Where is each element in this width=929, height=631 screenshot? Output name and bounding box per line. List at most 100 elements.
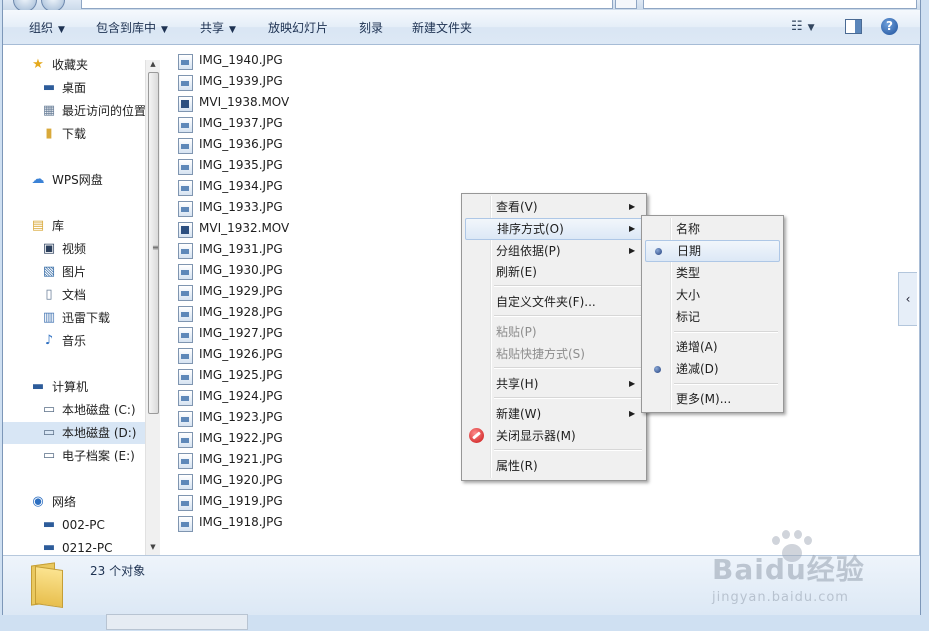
image-file-icon: [178, 243, 193, 259]
sort-option-more[interactable]: 更多(M)...: [645, 389, 780, 409]
submenu-arrow-icon: ▶: [629, 224, 636, 233]
scroll-down-arrow-icon[interactable]: ▼: [146, 543, 160, 555]
menu-item-sort-by[interactable]: 排序方式(O) ▶: [465, 218, 643, 240]
sort-option-size[interactable]: 大小: [645, 285, 780, 305]
sidebar-item-pictures[interactable]: ▧ 图片: [3, 261, 145, 283]
preview-pane-icon[interactable]: [845, 19, 862, 34]
menu-label: 查看(V): [496, 200, 538, 214]
sidebar-item-downloads[interactable]: ▮ 下载: [3, 123, 145, 145]
file-name: IMG_1939.JPG: [199, 74, 283, 88]
address-input[interactable]: [81, 0, 613, 9]
computer-icon: ▬: [31, 379, 45, 394]
sidebar-item-documents[interactable]: ▯ 文档: [3, 284, 145, 306]
share-label: 共享: [200, 21, 225, 35]
sort-order-descending[interactable]: 递减(D): [645, 359, 780, 379]
image-file-icon: [178, 201, 193, 217]
sidebar-item-network[interactable]: ◉ 网络: [3, 491, 145, 513]
organize-menu[interactable]: 组织 ▼: [29, 19, 65, 36]
sort-order-ascending[interactable]: 递增(A): [645, 337, 780, 357]
command-toolbar: 组织 ▼ 包含到库中 ▼ 共享 ▼ 放映幻灯片 刻录 新建文件夹 ☷ ▼ ?: [3, 10, 920, 45]
sidebar-label: WPS网盘: [52, 173, 103, 187]
sort-option-date[interactable]: 日期: [645, 240, 780, 262]
file-name: IMG_1930.JPG: [199, 263, 283, 277]
menu-item-group-by[interactable]: 分组依据(P) ▶: [465, 241, 643, 261]
menu-separator: [494, 367, 642, 369]
sidebar-item-drive-e[interactable]: ▭ 电子档案 (E:): [3, 445, 145, 467]
chevron-down-icon: ▼: [229, 25, 236, 35]
sidebar-item-wps[interactable]: ☁ WPS网盘: [3, 169, 145, 191]
menu-label: 标记: [676, 310, 701, 324]
menu-item-paste-shortcut[interactable]: 粘贴快捷方式(S): [465, 344, 643, 364]
menu-item-close-display[interactable]: 关闭显示器(M): [465, 426, 643, 446]
network-computer-icon: ▬: [42, 540, 56, 555]
burn-button[interactable]: 刻录: [359, 19, 383, 36]
share-menu[interactable]: 共享 ▼: [200, 19, 236, 36]
image-file-icon: [178, 138, 193, 154]
menu-item-new[interactable]: 新建(W) ▶: [465, 404, 643, 424]
watermark-title: Baidu经验: [712, 553, 865, 586]
sidebar-label: 下载: [62, 127, 87, 141]
view-options-button[interactable]: ☷ ▼: [791, 19, 815, 34]
collapse-pane-button[interactable]: ‹: [898, 272, 917, 326]
radio-selected-icon: [655, 248, 662, 255]
help-icon[interactable]: ?: [881, 18, 898, 35]
sidebar-item-desktop[interactable]: ▬ 桌面: [3, 77, 145, 99]
music-icon: ♪: [44, 333, 54, 348]
sidebar-item-videos[interactable]: ▣ 视频: [3, 238, 145, 260]
sidebar-label: 文档: [62, 288, 87, 302]
menu-separator: [674, 331, 778, 333]
sidebar-item-drive-c[interactable]: ▭ 本地磁盘 (C:): [3, 399, 145, 421]
sort-option-name[interactable]: 名称: [645, 219, 780, 239]
sidebar-label: 最近访问的位置: [62, 104, 147, 118]
menu-item-customize-folder[interactable]: 自定义文件夹(F)...: [465, 292, 643, 312]
file-name: IMG_1922.JPG: [199, 431, 283, 445]
new-folder-button[interactable]: 新建文件夹: [412, 19, 472, 36]
network-computer-icon: ▬: [42, 517, 56, 532]
image-file-icon: [178, 474, 193, 490]
scrollbar-thumb[interactable]: ≡: [148, 72, 159, 414]
video-icon: ▣: [42, 241, 56, 256]
sidebar-item-drive-d[interactable]: ▭ 本地磁盘 (D:): [3, 422, 145, 444]
sort-option-type[interactable]: 类型: [645, 263, 780, 283]
image-file-icon: [178, 348, 193, 364]
chevron-left-icon: ‹: [905, 292, 911, 306]
file-name: MVI_1932.MOV: [199, 221, 290, 235]
menu-item-refresh[interactable]: 刷新(E): [465, 262, 643, 282]
scroll-up-arrow-icon[interactable]: ▲: [146, 60, 160, 72]
sidebar-item-libraries[interactable]: ▤ 库: [3, 215, 145, 237]
grip-icon: ≡: [152, 243, 159, 252]
sidebar-item-computer[interactable]: ▬ 计算机: [3, 376, 145, 398]
sidebar-item-recent[interactable]: ▦ 最近访问的位置: [3, 100, 147, 122]
sidebar-item-pc-002[interactable]: ▬ 002-PC: [3, 514, 145, 536]
sidebar-item-music[interactable]: ♪ 音乐: [3, 330, 145, 352]
menu-separator: [674, 383, 778, 385]
address-dropdown-button[interactable]: [615, 0, 637, 9]
new-folder-label: 新建文件夹: [412, 21, 473, 35]
organize-label: 组织: [29, 21, 54, 35]
menu-item-properties[interactable]: 属性(R): [465, 456, 643, 476]
file-name: IMG_1919.JPG: [199, 494, 283, 508]
sidebar-label: 电子档案 (E:): [62, 449, 135, 463]
chevron-down-icon: ▼: [161, 25, 168, 35]
menu-item-view[interactable]: 查看(V) ▶: [465, 197, 643, 217]
menu-label: 更多(M)...: [676, 392, 732, 406]
sidebar-item-xunlei[interactable]: ▥ 迅雷下载: [3, 307, 145, 329]
pictures-icon: ▧: [42, 264, 56, 279]
include-in-library-menu[interactable]: 包含到库中 ▼: [96, 19, 168, 36]
search-input[interactable]: [643, 0, 917, 9]
sort-option-tags[interactable]: 标记: [645, 307, 780, 327]
submenu-arrow-icon: ▶: [629, 379, 636, 388]
image-file-icon: [178, 432, 193, 448]
menu-item-paste[interactable]: 粘贴(P): [465, 322, 643, 342]
image-file-icon: [178, 54, 193, 70]
slideshow-button[interactable]: 放映幻灯片: [268, 19, 328, 36]
menu-label: 类型: [676, 266, 701, 280]
menu-label: 大小: [676, 288, 701, 302]
sidebar-item-favorites[interactable]: ★ 收藏夹: [3, 54, 145, 76]
menu-item-share[interactable]: 共享(H) ▶: [465, 374, 643, 394]
file-name: IMG_1927.JPG: [199, 326, 283, 340]
menu-label: 粘贴快捷方式(S): [496, 347, 585, 361]
close-display-app-icon: [469, 428, 484, 443]
sidebar-scrollbar[interactable]: ▲ ≡ ▼: [145, 60, 160, 555]
star-icon: ★: [32, 57, 44, 72]
